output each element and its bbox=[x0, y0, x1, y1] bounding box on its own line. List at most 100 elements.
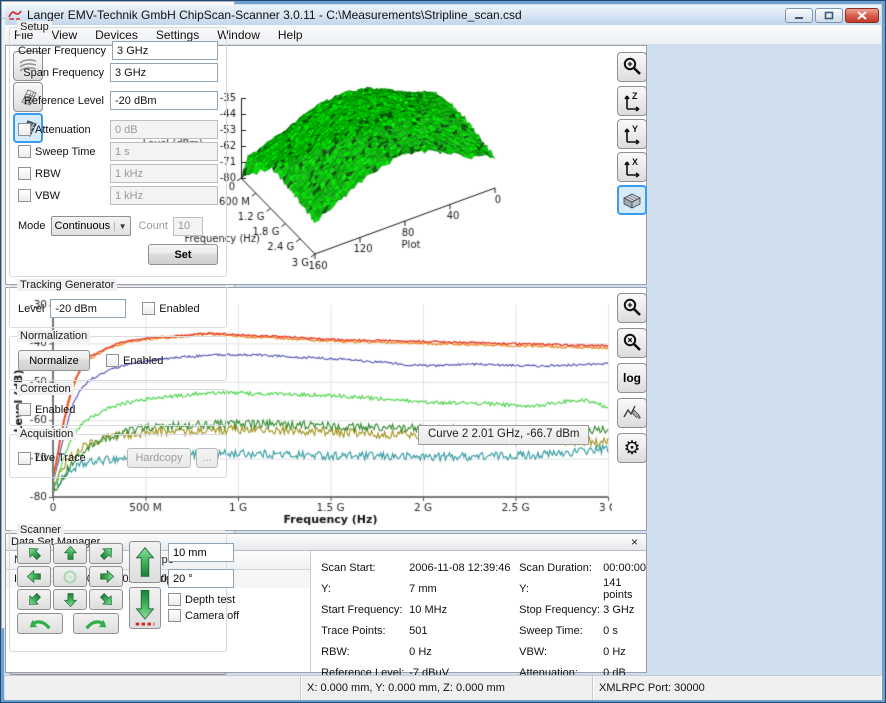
reference-level-field[interactable]: -20 dBm bbox=[110, 91, 218, 110]
move-up-left-button[interactable] bbox=[17, 543, 51, 564]
info-value: 00:00:00 bbox=[603, 562, 646, 574]
arrow-up-icon bbox=[62, 545, 79, 562]
depth-test-checkbox[interactable] bbox=[168, 593, 181, 606]
scanner-group-label: Scanner bbox=[17, 524, 64, 536]
info-label: Sweep Time: bbox=[519, 625, 603, 637]
zoom-3d-button[interactable] bbox=[617, 52, 647, 82]
status-position: X: 0.000 mm, Y: 0.000 mm, Z: 0.000 mm bbox=[301, 676, 593, 700]
arrow-z-down-icon bbox=[134, 590, 156, 626]
info-value: 3 GHz bbox=[603, 604, 646, 616]
app-logo-icon bbox=[7, 8, 23, 22]
move-up-button[interactable] bbox=[53, 543, 87, 564]
zoom-reset-2d-button[interactable] bbox=[617, 328, 647, 358]
set-button[interactable]: Set bbox=[148, 244, 218, 265]
mode-label: Mode bbox=[18, 220, 46, 232]
view-axis-z-button[interactable]: Z bbox=[617, 86, 647, 116]
scanner-group: Scanner bbox=[9, 530, 227, 652]
tg-enabled-label: Enabled bbox=[159, 303, 199, 315]
acquisition-group: Acquisition Live Trace Hardcopy ... bbox=[9, 434, 227, 478]
more-button[interactable]: ... bbox=[196, 448, 218, 468]
move-down-right-button[interactable] bbox=[89, 589, 123, 610]
tracking-generator-label: Tracking Generator bbox=[17, 279, 117, 291]
normalize-button[interactable]: Normalize bbox=[18, 350, 90, 371]
move-up-right-button[interactable] bbox=[89, 543, 123, 564]
tg-enabled-checkbox[interactable] bbox=[142, 302, 155, 315]
plot-settings-button[interactable]: ⚙ bbox=[617, 433, 647, 463]
marker-button[interactable] bbox=[617, 398, 647, 428]
info-label: Scan Duration: bbox=[519, 562, 603, 574]
z-up-button[interactable] bbox=[129, 541, 161, 583]
rbw-checkbox[interactable] bbox=[18, 167, 31, 180]
tg-level-label: Level bbox=[18, 303, 44, 315]
view-axis-y-button[interactable]: Y bbox=[617, 119, 647, 149]
info-label: RBW: bbox=[321, 646, 409, 658]
step-size-field[interactable]: 10 mm bbox=[168, 543, 234, 562]
minimize-button[interactable] bbox=[785, 8, 813, 23]
zoom-in-2d-button[interactable] bbox=[617, 293, 647, 323]
move-center-button[interactable] bbox=[53, 566, 87, 587]
status-cell-empty bbox=[5, 676, 301, 700]
hardcopy-button[interactable]: Hardcopy bbox=[127, 448, 191, 468]
span-frequency-field[interactable]: 3 GHz bbox=[110, 63, 218, 82]
z-down-button[interactable] bbox=[129, 587, 161, 629]
rotate-right-button[interactable] bbox=[73, 613, 119, 634]
vbw-field: 1 kHz bbox=[110, 186, 218, 205]
span-frequency-label: Span Frequency bbox=[18, 67, 104, 79]
depth-test-label: Depth test bbox=[185, 594, 235, 606]
count-field: 10 bbox=[173, 217, 203, 236]
correction-enabled-checkbox[interactable] bbox=[18, 403, 31, 416]
camera-off-checkbox[interactable] bbox=[168, 609, 181, 622]
view-axis-x-button[interactable]: X bbox=[617, 152, 647, 182]
magnifier-icon bbox=[621, 56, 643, 78]
live-trace-checkbox[interactable] bbox=[18, 452, 31, 465]
axis-z-icon: Z bbox=[621, 90, 643, 112]
move-down-button[interactable] bbox=[53, 589, 87, 610]
magnifier-plus-icon bbox=[621, 297, 643, 319]
info-label: Start Frequency: bbox=[321, 604, 409, 616]
move-down-left-button[interactable] bbox=[17, 589, 51, 610]
angle-field[interactable]: 20 ° bbox=[168, 569, 234, 588]
center-target-icon bbox=[62, 569, 78, 585]
normalization-enabled-checkbox[interactable] bbox=[106, 354, 119, 367]
svg-text:X: X bbox=[632, 157, 638, 167]
info-value: 141 points bbox=[603, 577, 646, 601]
view-3d-button[interactable] bbox=[617, 185, 647, 215]
rotate-left-button[interactable] bbox=[17, 613, 63, 634]
vbw-checkbox[interactable] bbox=[18, 189, 31, 202]
maximize-button[interactable] bbox=[815, 8, 843, 23]
setup-group-label: Setup bbox=[17, 21, 52, 33]
arrow-up-right-icon bbox=[94, 541, 118, 565]
live-trace-label: Live Trace bbox=[35, 452, 86, 464]
move-right-button[interactable] bbox=[89, 566, 123, 587]
info-label: Stop Frequency: bbox=[519, 604, 603, 616]
menu-help[interactable]: Help bbox=[269, 26, 312, 44]
app-window: Langer EMV-Technik GmbH ChipScan-Scanner… bbox=[0, 0, 886, 703]
device-control-panel: Device Control × Setup Center Frequency … bbox=[1, 1, 235, 629]
correction-label: Correction bbox=[17, 383, 74, 395]
gear-icon: ⚙ bbox=[623, 439, 640, 458]
move-left-button[interactable] bbox=[17, 566, 51, 587]
cube-3d-icon bbox=[621, 190, 643, 210]
tracking-generator-group: Tracking Generator Level -20 dBm Enabled bbox=[9, 285, 227, 328]
tg-level-field[interactable]: -20 dBm bbox=[50, 299, 126, 318]
setup-group: Setup Center Frequency 3 GHz Span Freque… bbox=[9, 27, 227, 277]
close-panel-icon[interactable]: × bbox=[628, 537, 641, 548]
title-bar[interactable]: Langer EMV-Technik GmbH ChipScan-Scanner… bbox=[5, 5, 881, 25]
normalization-label: Normalization bbox=[17, 330, 90, 342]
normalization-enabled-label: Enabled bbox=[123, 355, 163, 367]
mode-select[interactable]: Continuous ▼ bbox=[51, 216, 131, 236]
sweep-time-field: 1 s bbox=[110, 142, 218, 161]
info-value: 7 mm bbox=[409, 583, 519, 595]
depth-test-row: Depth test bbox=[168, 593, 235, 606]
info-value: 0 Hz bbox=[603, 646, 646, 658]
svg-text:Y: Y bbox=[632, 124, 638, 134]
sweep-time-checkbox[interactable] bbox=[18, 145, 31, 158]
info-label: Y: bbox=[321, 583, 409, 595]
arrow-left-icon bbox=[26, 568, 43, 585]
attenuation-checkbox[interactable] bbox=[18, 123, 31, 136]
center-frequency-field[interactable]: 3 GHz bbox=[112, 41, 218, 60]
close-button[interactable] bbox=[845, 8, 879, 23]
log-scale-button[interactable]: log bbox=[617, 363, 647, 393]
rotate-left-icon bbox=[27, 616, 53, 631]
count-label: Count bbox=[139, 220, 168, 232]
